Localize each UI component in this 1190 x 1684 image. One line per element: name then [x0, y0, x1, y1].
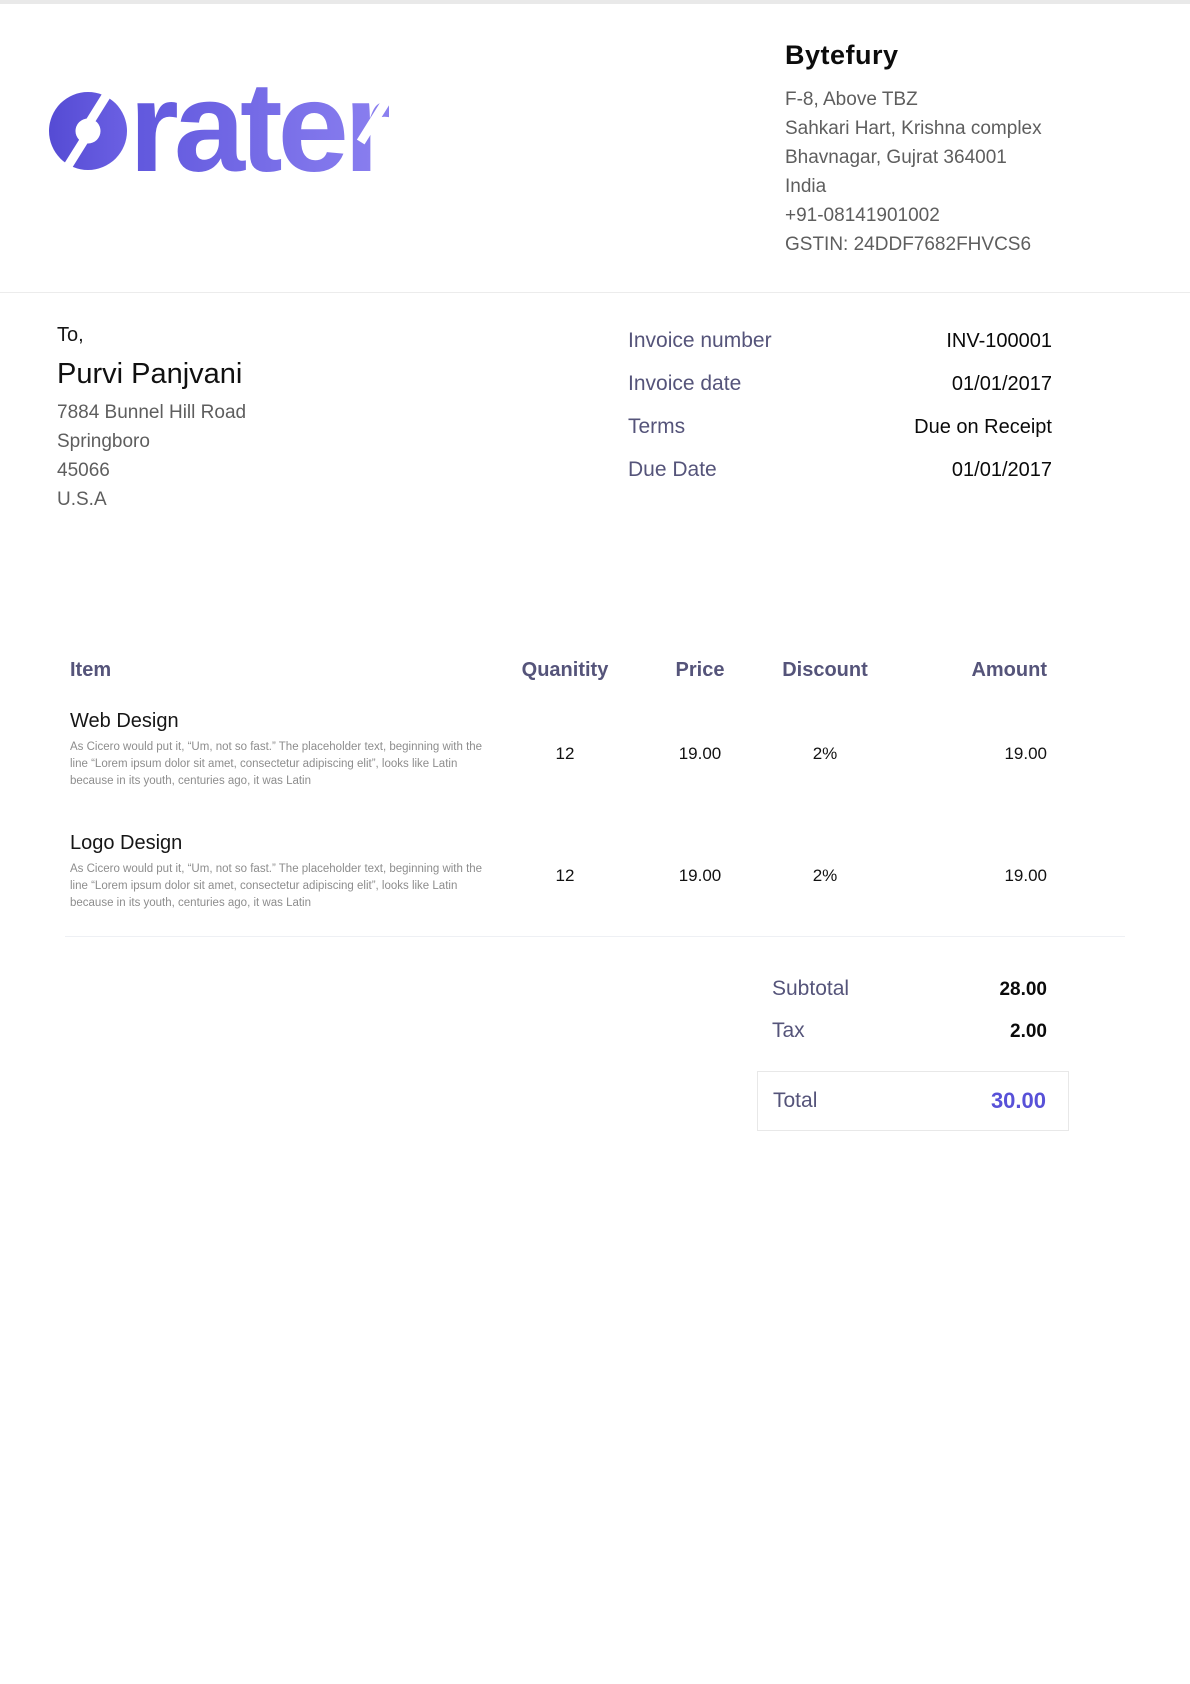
items-divider — [65, 936, 1125, 937]
company-name: Bytefury — [785, 40, 1130, 71]
item-amount: 19.00 — [890, 830, 1125, 912]
item-price: 19.00 — [640, 830, 760, 912]
item-name: Logo Design — [70, 830, 490, 856]
meta-label: Terms — [628, 414, 685, 440]
item-name: Web Design — [70, 708, 490, 734]
bill-to-block: To, Purvi Panjvani 7884 Bunnel Hill Road… — [57, 320, 628, 514]
totals-section: Subtotal 28.00 Tax 2.00 Total 30.00 — [757, 977, 1069, 1131]
column-header-price: Price — [640, 659, 760, 682]
subtotal-row: Subtotal 28.00 — [757, 977, 1069, 1001]
tax-label: Tax — [772, 1019, 805, 1043]
due-date-value: 01/01/2017 — [952, 457, 1052, 483]
company-phone: +91-08141901002 — [785, 201, 1130, 230]
column-header-item: Item — [65, 659, 490, 682]
column-header-discount: Discount — [760, 659, 890, 682]
item-amount: 19.00 — [890, 708, 1125, 790]
invoice-date-value: 01/01/2017 — [952, 371, 1052, 397]
company-address-line: Sahkari Hart, Krishna complex — [785, 114, 1130, 143]
company-address-line: F-8, Above TBZ — [785, 85, 1130, 114]
crater-logo: rater — [47, 78, 389, 178]
meta-row-terms: Terms Due on Receipt — [628, 414, 1052, 440]
column-header-amount: Amount — [890, 659, 1125, 682]
column-header-quantity: Quanitity — [490, 659, 640, 682]
item-quantity: 12 — [490, 830, 640, 912]
item-cell: Logo Design As Cicero would put it, “Um,… — [65, 830, 490, 912]
item-row: Web Design As Cicero would put it, “Um, … — [65, 708, 1125, 790]
tax-value: 2.00 — [1010, 1021, 1047, 1043]
customer-address-line: U.S.A — [57, 485, 628, 514]
crater-logo-text: rater — [129, 78, 389, 192]
meta-row-invoice-date: Invoice date 01/01/2017 — [628, 371, 1052, 397]
item-quantity: 12 — [490, 708, 640, 790]
total-box: Total 30.00 — [757, 1071, 1069, 1131]
item-description: As Cicero would put it, “Um, not so fast… — [70, 861, 490, 912]
item-discount: 2% — [760, 830, 890, 912]
invoice-header: rater Bytefury F-8, Above TBZ Sahkari Ha… — [0, 4, 1190, 293]
meta-row-due-date: Due Date 01/01/2017 — [628, 457, 1052, 483]
subtotal-value: 28.00 — [999, 979, 1047, 1001]
item-row: Logo Design As Cicero would put it, “Um,… — [65, 830, 1125, 912]
company-block: Bytefury F-8, Above TBZ Sahkari Hart, Kr… — [785, 40, 1130, 259]
meta-label: Invoice number — [628, 328, 772, 354]
invoice-meta: Invoice number INV-100001 Invoice date 0… — [628, 320, 1125, 514]
item-price: 19.00 — [640, 708, 760, 790]
items-table-header: Item Quanitity Price Discount Amount — [65, 659, 1125, 682]
customer-address-line: 7884 Bunnel Hill Road — [57, 398, 628, 427]
meta-label: Invoice date — [628, 371, 741, 397]
total-label: Total — [773, 1089, 817, 1113]
item-discount: 2% — [760, 708, 890, 790]
item-description: As Cicero would put it, “Um, not so fast… — [70, 739, 490, 790]
company-gstin: GSTIN: 24DDF7682FHVCS6 — [785, 230, 1130, 259]
company-address-line: Bhavnagar, Gujrat 364001 — [785, 143, 1130, 172]
invoice-page: rater Bytefury F-8, Above TBZ Sahkari Ha… — [0, 0, 1190, 1684]
crater-c-icon — [47, 90, 129, 172]
subtotal-label: Subtotal — [772, 977, 849, 1001]
item-cell: Web Design As Cicero would put it, “Um, … — [65, 708, 490, 790]
company-address-line: India — [785, 172, 1130, 201]
billing-section: To, Purvi Panjvani 7884 Bunnel Hill Road… — [0, 293, 1190, 514]
customer-address-line: 45066 — [57, 456, 628, 485]
meta-label: Due Date — [628, 457, 717, 483]
items-table: Item Quanitity Price Discount Amount Web… — [65, 659, 1125, 937]
bill-to-label: To, — [57, 320, 628, 350]
meta-row-invoice-number: Invoice number INV-100001 — [628, 328, 1052, 354]
terms-value: Due on Receipt — [914, 414, 1052, 440]
customer-name: Purvi Panjvani — [57, 356, 628, 392]
customer-address-line: Springboro — [57, 427, 628, 456]
invoice-number-value: INV-100001 — [946, 328, 1052, 354]
tax-row: Tax 2.00 — [757, 1019, 1069, 1043]
total-value: 30.00 — [991, 1088, 1046, 1114]
